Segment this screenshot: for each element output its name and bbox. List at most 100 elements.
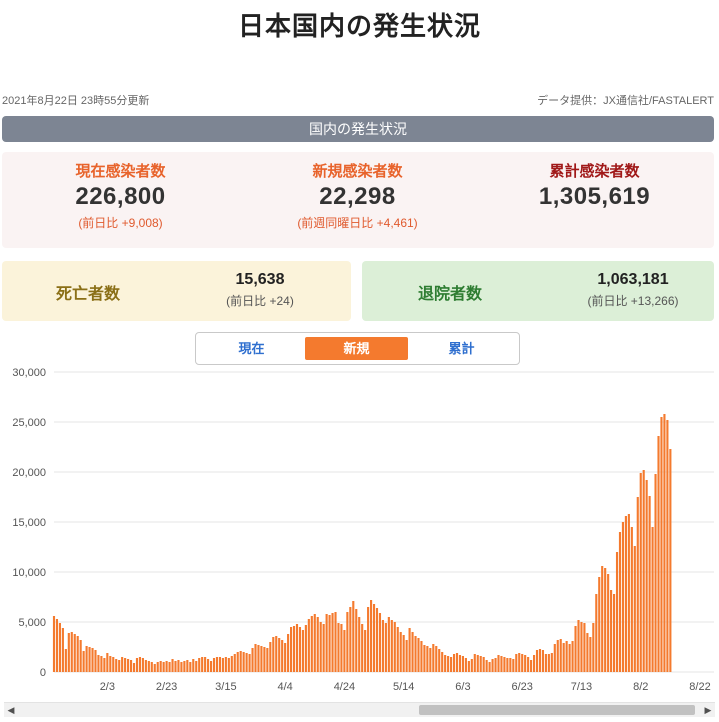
chart-bar xyxy=(580,622,583,672)
chart-bar xyxy=(524,655,527,672)
chart-bar xyxy=(204,657,207,672)
tab-new[interactable]: 新規 xyxy=(305,337,408,360)
chart-bar xyxy=(461,656,464,672)
chart-bar xyxy=(621,522,625,672)
chart-bar xyxy=(571,641,574,672)
chart-bar xyxy=(535,650,539,672)
chart-scrollbar[interactable]: ◀ ▶ xyxy=(4,702,715,717)
chart-bar xyxy=(630,527,633,672)
chart-bar xyxy=(266,648,269,672)
chart-bar xyxy=(201,657,204,672)
chart-bar xyxy=(411,632,414,672)
chart-bar xyxy=(76,636,79,672)
chart-bar xyxy=(562,643,565,672)
chart-bar xyxy=(633,546,636,672)
updated-timestamp: 2021年8月22日 23時55分更新 xyxy=(2,95,150,107)
chart-bar xyxy=(272,637,275,672)
x-tick-label: 5/14 xyxy=(393,681,414,693)
stat-current-delta: (前日比 +9,008) xyxy=(78,216,163,230)
chart-bar xyxy=(624,516,627,672)
chart-bar xyxy=(215,657,219,672)
chart-bar xyxy=(441,652,444,672)
chart-bar xyxy=(106,653,109,672)
chart-bar xyxy=(245,653,248,672)
deaths-panel: 死亡者数 15,638 (前日比 +24) xyxy=(2,261,351,321)
section-header: 国内の発生状況 xyxy=(2,116,714,142)
chart-bar xyxy=(218,657,222,672)
chart-bar xyxy=(295,624,299,672)
chart-bar xyxy=(473,654,476,672)
arrow-right-icon[interactable]: ▶ xyxy=(701,703,715,717)
chart-bar xyxy=(512,659,515,672)
chart-bar xyxy=(301,630,304,672)
chart-bar xyxy=(230,656,233,672)
tab-total[interactable]: 累計 xyxy=(410,337,513,360)
stat-new-cases: 新規感染者数 22,298 (前週同曜日比 +4,461) xyxy=(239,160,476,231)
chart-bar xyxy=(601,566,604,672)
chart-bar xyxy=(417,638,420,672)
chart-bar xyxy=(503,657,506,672)
chart-bar xyxy=(414,636,417,672)
chart-bar xyxy=(64,649,67,672)
chart-bar xyxy=(322,624,325,672)
x-tick-label: 4/4 xyxy=(277,681,292,693)
stat-current-cases: 現在感染者数 226,800 (前日比 +9,008) xyxy=(2,160,239,231)
recovered-figures: 1,063,181 (前日比 +13,266) xyxy=(558,271,708,309)
chart-bar xyxy=(251,648,254,672)
chart-bar xyxy=(135,658,139,672)
chart-bar xyxy=(124,658,127,672)
chart-bar xyxy=(432,644,435,672)
chart-bar xyxy=(162,662,165,672)
chart-bar xyxy=(221,658,224,672)
chart-bar xyxy=(263,647,266,672)
chart-bar xyxy=(325,614,328,672)
chart-bar xyxy=(209,661,213,672)
chart-bar xyxy=(55,619,59,672)
y-tick-label: 0 xyxy=(40,667,46,679)
x-tick-label: 2/23 xyxy=(156,681,177,693)
chart-bar xyxy=(224,657,227,672)
arrow-left-icon[interactable]: ◀ xyxy=(4,703,18,717)
tab-current[interactable]: 現在 xyxy=(200,337,303,360)
stat-new-value: 22,298 xyxy=(319,183,396,210)
chart-bar xyxy=(103,658,106,672)
chart-bar xyxy=(112,657,115,672)
chart-bar xyxy=(396,627,399,672)
stat-total-value: 1,305,619 xyxy=(538,183,651,210)
scrollbar-thumb[interactable] xyxy=(419,705,695,715)
chart-bar xyxy=(319,622,322,672)
deaths-label: 死亡者数 xyxy=(56,286,121,303)
chart-bar xyxy=(559,639,562,672)
recovered-value: 1,063,181 xyxy=(597,271,669,288)
chart-bar xyxy=(82,651,85,672)
chart-bar xyxy=(544,654,547,672)
chart-bar xyxy=(426,646,429,672)
chart-bar xyxy=(236,652,239,672)
chart-bar xyxy=(372,604,376,672)
chart-bar xyxy=(118,660,121,672)
chart-bar xyxy=(260,646,263,672)
chart-bar xyxy=(97,655,100,672)
chart-bar xyxy=(666,420,669,672)
y-tick-label: 20,000 xyxy=(12,467,46,479)
chart-bar xyxy=(242,652,245,672)
chart-bar xyxy=(393,622,396,672)
chart-bar xyxy=(405,640,408,672)
chart-bar xyxy=(488,662,491,672)
chart-bar xyxy=(521,654,524,672)
chart-bar xyxy=(660,417,663,672)
chart-bar xyxy=(292,626,296,672)
chart-bar xyxy=(304,625,307,672)
chart-bar xyxy=(464,658,467,672)
chart-bar xyxy=(52,616,56,672)
chart-bar xyxy=(361,624,364,672)
chart-bar xyxy=(257,645,260,672)
chart-bar xyxy=(370,600,373,672)
chart-bar xyxy=(610,590,613,672)
chart-bar xyxy=(589,637,592,672)
chart-bar xyxy=(538,649,542,672)
chart-bar xyxy=(73,634,76,672)
chart-bar xyxy=(165,661,168,672)
chart-bar xyxy=(61,628,64,672)
y-tick-label: 30,000 xyxy=(12,367,46,379)
